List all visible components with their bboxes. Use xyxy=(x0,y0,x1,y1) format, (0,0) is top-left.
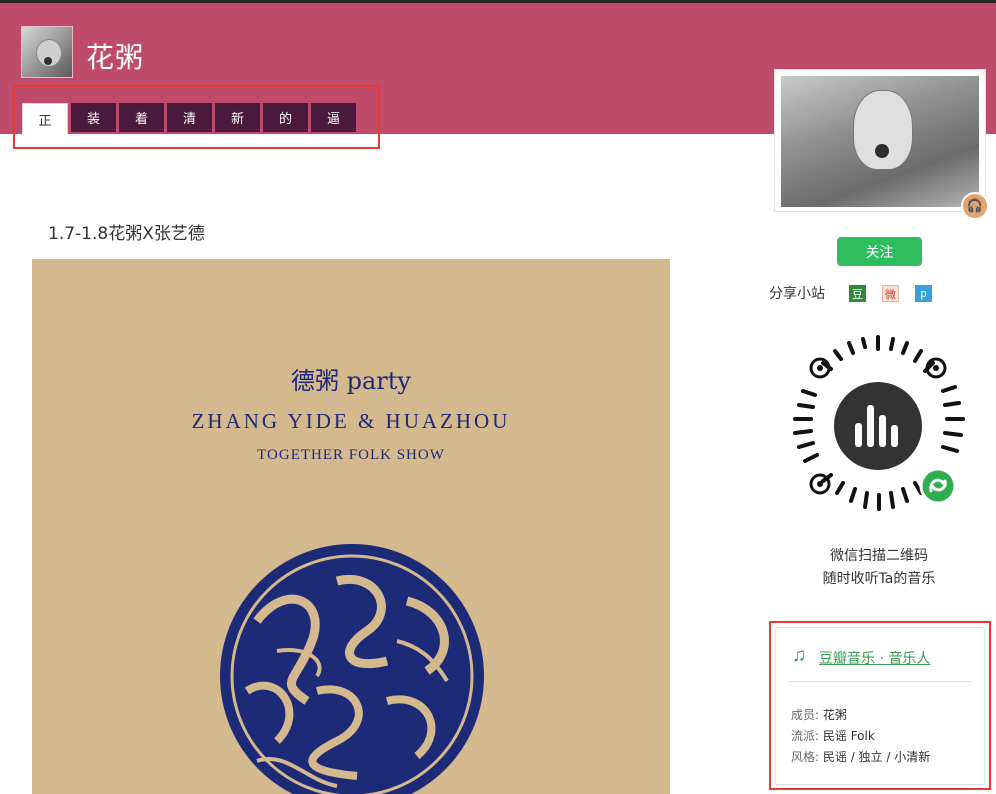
site-avatar[interactable] xyxy=(21,26,73,78)
info-key: 流派: xyxy=(791,729,820,743)
site-title[interactable]: 花粥 xyxy=(86,36,144,76)
poster-title: 德粥 party xyxy=(291,367,411,395)
post-title[interactable]: 1.7-1.8花粥X张艺德 xyxy=(48,219,205,244)
follow-button[interactable]: 关注 xyxy=(837,237,922,266)
avatar-mouth xyxy=(44,57,52,65)
info-value: 花粥 xyxy=(822,708,847,722)
poster-tagline: TOGETHER FOLK SHOW xyxy=(257,447,445,463)
poster-image: 德粥 party ZHANG YIDE & HUAZHOU TOGETHER F… xyxy=(32,259,670,794)
tab-bar: 正 装 着 清 新 的 逼 xyxy=(22,103,356,134)
profile-photo[interactable] xyxy=(774,69,986,212)
info-row-style: 风格: 民谣 / 独立 / 小清新 xyxy=(791,748,930,765)
music-note-icon: ♫ xyxy=(792,645,807,666)
poster-circle-artwork xyxy=(220,544,484,794)
info-key: 风格: xyxy=(791,750,820,764)
tab-4[interactable]: 清 xyxy=(167,103,212,132)
tab-6[interactable]: 的 xyxy=(263,103,308,132)
profile-photo-mouth xyxy=(875,144,889,158)
headphone-badge-icon: 🎧 xyxy=(961,192,989,220)
info-divider xyxy=(788,681,972,682)
douban-share-icon[interactable]: 豆 xyxy=(849,285,866,302)
wechat-qr-code xyxy=(793,335,965,511)
info-row-genre: 流派: 民谣 Folk xyxy=(791,727,875,744)
pengyou-share-icon[interactable]: p xyxy=(915,285,932,302)
weibo-share-icon[interactable]: 微 xyxy=(882,285,899,302)
info-row-members: 成员: 花粥 xyxy=(791,706,847,723)
tab-5[interactable]: 新 xyxy=(215,103,260,132)
qr-caption-line2: 随时收听Ta的音乐 xyxy=(822,571,936,587)
poster-subtitle: ZHANG YIDE & HUAZHOU xyxy=(191,409,511,433)
tab-1[interactable]: 正 xyxy=(22,103,68,134)
tab-7[interactable]: 逼 xyxy=(311,103,356,132)
profile-photo-figure xyxy=(853,90,913,170)
douban-musician-link[interactable]: 豆瓣音乐 · 音乐人 xyxy=(819,648,930,668)
tab-2[interactable]: 装 xyxy=(71,103,116,132)
share-label: 分享小站 xyxy=(769,286,825,302)
qr-caption-line1: 微信扫描二维码 xyxy=(830,548,928,564)
info-value: 民谣 / 独立 / 小清新 xyxy=(822,750,931,764)
info-value: 民谣 Folk xyxy=(822,729,875,743)
tab-3[interactable]: 着 xyxy=(119,103,164,132)
info-key: 成员: xyxy=(791,708,820,722)
